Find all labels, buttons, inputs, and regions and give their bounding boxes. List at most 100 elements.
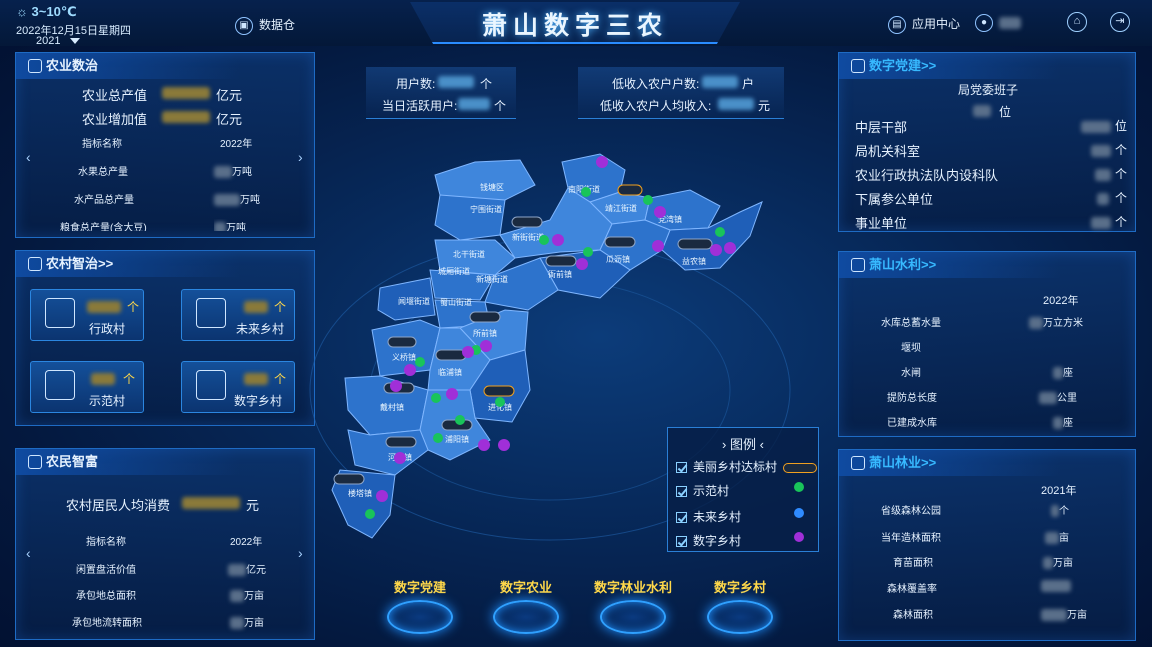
region-ningwei[interactable] xyxy=(434,194,506,241)
map-label: 所前镇 xyxy=(473,328,497,338)
digital-village-marker[interactable] xyxy=(462,346,474,358)
forest-row-value: 万亩 xyxy=(1043,554,1073,570)
card-future-village[interactable]: 个 未来乡村 xyxy=(181,289,295,341)
digital-village-marker[interactable] xyxy=(390,380,402,392)
map-label: 靖江街道 xyxy=(605,203,637,213)
water-row-name: 水闸 xyxy=(901,368,921,379)
party-row-name: 局机关科室 xyxy=(855,144,921,159)
demo-village-marker[interactable] xyxy=(539,235,549,245)
consume-value-redacted xyxy=(182,497,240,510)
digital-village-marker[interactable] xyxy=(480,340,492,352)
legend-item-demo[interactable]: 示范村 xyxy=(676,482,729,499)
logout-icon[interactable]: ⇥ xyxy=(1110,12,1130,32)
card-demo-village[interactable]: 个 示范村 xyxy=(30,361,144,413)
podium-forest-water[interactable] xyxy=(600,600,666,634)
map-badge[interactable] xyxy=(677,238,713,250)
map-label: 楼塔镇 xyxy=(348,488,372,498)
home-icon[interactable]: ⌂ xyxy=(1067,12,1087,32)
digital-village-marker[interactable] xyxy=(576,258,588,270)
nav-village[interactable]: 数字乡村 xyxy=(700,577,780,596)
prev-arrow-icon[interactable]: ‹ xyxy=(26,149,31,165)
blue-pin-icon xyxy=(794,508,804,518)
card-value-redacted xyxy=(91,370,115,388)
map-badge[interactable] xyxy=(545,255,577,267)
nav-party[interactable]: 数字党建 xyxy=(380,577,460,596)
map-badge[interactable] xyxy=(604,236,636,248)
demo-village-marker[interactable] xyxy=(365,509,375,519)
card-unit: 个 xyxy=(127,300,140,314)
map-badge[interactable] xyxy=(469,311,501,323)
nav-forest-water[interactable]: 数字林业水利 xyxy=(588,577,678,596)
forest-row-value: 亩 xyxy=(1045,529,1069,545)
party-row-name: 事业单位 xyxy=(855,216,908,231)
digital-village-marker[interactable] xyxy=(652,240,664,252)
col-year: 2022年 xyxy=(230,537,263,548)
podium-village[interactable] xyxy=(707,600,773,634)
water-row-value: 座 xyxy=(1053,364,1073,380)
card-label: 示范村 xyxy=(89,394,126,408)
digital-village-marker[interactable] xyxy=(394,452,406,464)
party-row-name: 中层干部 xyxy=(855,120,908,135)
map-badge[interactable] xyxy=(483,385,515,397)
demo-village-marker[interactable] xyxy=(581,187,591,197)
digital-village-marker[interactable] xyxy=(724,242,736,254)
demo-village-marker[interactable] xyxy=(495,397,505,407)
demo-village-marker[interactable] xyxy=(433,433,443,443)
col-year: 2022年 xyxy=(220,139,253,150)
purple-pin-icon xyxy=(794,532,804,542)
map-badge[interactable] xyxy=(385,436,417,448)
forest-row-name: 省级森林公园 xyxy=(881,506,941,517)
card-admin-village[interactable]: 个 行政村 xyxy=(30,289,144,341)
legend-item-future[interactable]: 未来乡村 xyxy=(676,508,741,525)
digital-village-marker[interactable] xyxy=(552,234,564,246)
demo-village-marker[interactable] xyxy=(415,357,425,367)
digital-village-marker[interactable] xyxy=(498,439,510,451)
demo-village-marker[interactable] xyxy=(715,227,725,237)
map-label: 义桥镇 xyxy=(392,352,416,362)
year-select[interactable]: 2021 xyxy=(36,35,81,47)
demo-village-marker[interactable] xyxy=(455,415,465,425)
username-redacted xyxy=(999,17,1021,29)
map-badge[interactable] xyxy=(387,336,417,348)
digital-village-marker[interactable] xyxy=(446,388,458,400)
prev-arrow-icon[interactable]: ‹ xyxy=(26,545,31,561)
digital-village-marker[interactable] xyxy=(596,156,608,168)
map-badge[interactable] xyxy=(435,349,467,361)
green-pin-icon xyxy=(794,482,804,492)
map-label: 戴村镇 xyxy=(380,402,404,412)
low-income-avg-unit: 元 xyxy=(758,99,771,113)
nav-agri[interactable]: 数字农业 xyxy=(486,577,566,596)
digital-village-marker[interactable] xyxy=(404,364,416,376)
podium-party[interactable] xyxy=(387,600,453,634)
water-row-name: 已建成水库 xyxy=(887,418,937,429)
legend-item-beautiful[interactable]: 美丽乡村达标村 xyxy=(676,458,818,475)
card-digital-village[interactable]: 个 数字乡村 xyxy=(181,361,295,413)
dashboard: { "header": { "weather": "3~10℃", "date"… xyxy=(0,0,1152,647)
demo-village-marker[interactable] xyxy=(583,247,593,257)
water-row-value: 万立方米 xyxy=(1029,314,1083,330)
card-label: 行政村 xyxy=(89,322,126,336)
legend-item-digital[interactable]: 数字乡村 xyxy=(676,532,741,549)
table-row-value: 亿元 xyxy=(228,561,266,577)
party-row-value xyxy=(1091,215,1111,229)
map-label: 城厢街道 xyxy=(438,266,470,276)
user-stats-box: 用户数: 个 当日活跃用户: 个 xyxy=(366,67,516,119)
digital-village-marker[interactable] xyxy=(654,206,666,218)
podium-agri[interactable] xyxy=(493,600,559,634)
digital-village-marker[interactable] xyxy=(376,490,388,502)
map-label: 瓜沥镇 xyxy=(606,254,630,264)
party-row-value xyxy=(1091,143,1111,157)
demo-village-marker[interactable] xyxy=(431,393,441,403)
map-badge[interactable] xyxy=(511,216,543,228)
digital-village-marker[interactable] xyxy=(710,244,722,256)
map-badge[interactable] xyxy=(333,473,365,485)
forest-panel: 萧山林业>> 2021年 省级森林公园 个 当年造林面积 亩 育苗面积 万亩 森… xyxy=(838,449,1136,641)
low-income-value-redacted xyxy=(702,76,738,89)
user-menu[interactable]: ● xyxy=(975,14,1021,32)
data-warehouse-button[interactable]: ▣ 数据仓 xyxy=(235,16,295,35)
app-center-button[interactable]: ▤ 应用中心 xyxy=(888,15,960,34)
map-badge[interactable] xyxy=(617,184,643,196)
demo-village-marker[interactable] xyxy=(643,195,653,205)
map-legend: › 图例 ‹ 美丽乡村达标村 示范村 未来乡村 数字乡村 xyxy=(667,427,819,552)
digital-village-marker[interactable] xyxy=(478,439,490,451)
